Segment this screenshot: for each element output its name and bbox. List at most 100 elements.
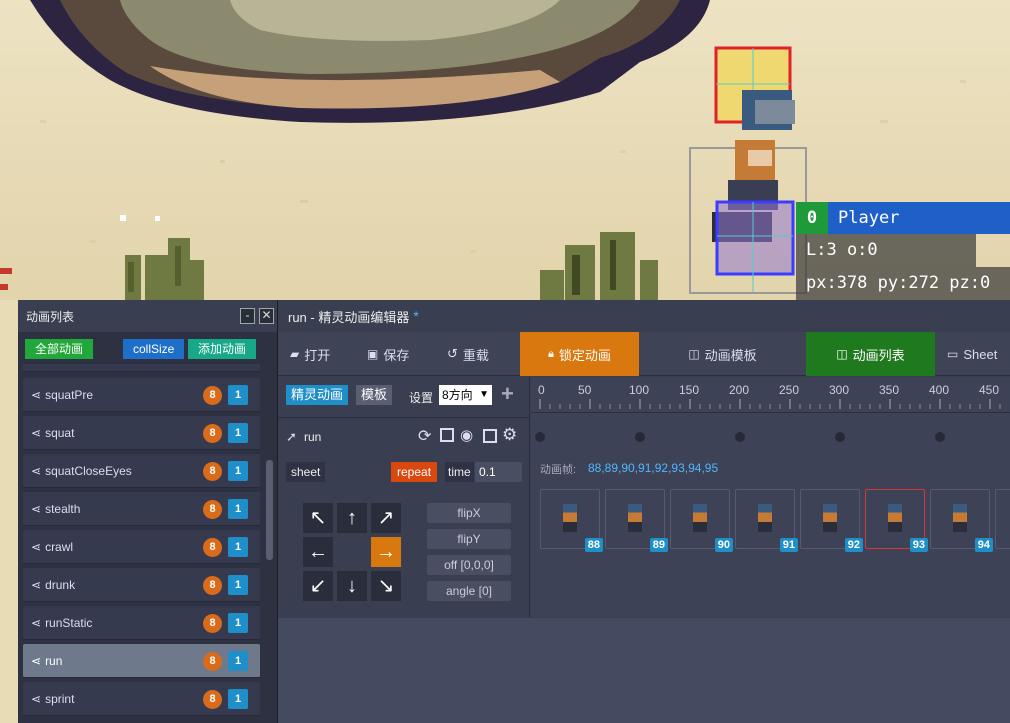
- list-item-label: squatCloseEyes: [45, 463, 132, 478]
- arrow-left-button[interactable]: ←: [303, 537, 333, 567]
- add-icon[interactable]: +: [501, 381, 514, 407]
- list-item[interactable]: ⋖ squatPre 8 1: [23, 378, 260, 412]
- list-item-label: sprint: [45, 691, 75, 706]
- list-item-selected[interactable]: ⋖ run 8 1: [23, 644, 260, 678]
- all-animations-button[interactable]: 全部动画: [25, 339, 94, 359]
- player-layer-info: L:3 o:0: [796, 234, 976, 267]
- frame-count-badge: 8: [203, 386, 222, 405]
- tab-sprite-animation[interactable]: 精灵动画: [286, 385, 349, 405]
- folder-open-icon: ▰: [290, 347, 300, 361]
- reload-button[interactable]: ↺ 重载: [435, 332, 520, 376]
- list-item[interactable]: ⋖ squatCloseEyes 8 1: [23, 454, 260, 488]
- save-button[interactable]: ▣ 保存: [355, 332, 435, 376]
- list-item-label: drunk: [45, 577, 76, 592]
- frame-thumb[interactable]: 89: [605, 489, 668, 552]
- refresh-icon[interactable]: ⟳: [418, 426, 431, 446]
- list-item[interactable]: ⋖ crawl 8 1: [23, 530, 260, 564]
- list-scrollbar[interactable]: [266, 460, 273, 560]
- frames-strip: 88 89 90 91 92 93 94: [540, 300, 1010, 560]
- open-button[interactable]: ▰ 打开: [278, 332, 355, 376]
- offset-button[interactable]: off [0,0,0]: [427, 555, 511, 575]
- close-button[interactable]: ✕: [259, 308, 274, 324]
- time-input[interactable]: 0.1: [475, 462, 522, 482]
- animation-name: run: [304, 430, 322, 444]
- image-icon[interactable]: [440, 428, 454, 442]
- frame-thumb[interactable]: 94: [930, 489, 993, 552]
- list-item[interactable]: ⋖ stealth 8 1: [23, 492, 260, 526]
- arrow-down-right-button[interactable]: ↘: [371, 571, 401, 601]
- list-item[interactable]: ⋖ squat 8 1: [23, 416, 260, 450]
- list-item[interactable]: ⋖ drunk 8 1: [23, 568, 260, 602]
- frame-number: 94: [974, 538, 993, 552]
- history-icon: ↺: [447, 346, 458, 361]
- frame-number: 93: [909, 538, 928, 552]
- direction-count-badge: 1: [228, 575, 248, 595]
- share-icon: ⋖: [31, 425, 42, 440]
- player-name: Player: [828, 202, 1010, 234]
- frame-number: 90: [714, 538, 733, 552]
- frame-number: 89: [649, 538, 668, 552]
- arrow-up-button[interactable]: ↑: [337, 503, 367, 533]
- list-item[interactable]: ⋖ sprint 8 1: [23, 682, 260, 716]
- arrow-up-right-button[interactable]: ↗: [371, 503, 401, 533]
- frame-count-badge: 8: [203, 462, 222, 481]
- share-icon: ⋖: [31, 653, 42, 668]
- arrow-down-left-button[interactable]: ↙: [303, 571, 333, 601]
- direction-count-badge: 1: [228, 423, 248, 443]
- modified-indicator: *: [413, 308, 419, 324]
- frame-count-badge: 8: [203, 424, 222, 443]
- share-icon: ⋖: [31, 615, 42, 630]
- arrow-down-button[interactable]: ↓: [337, 571, 367, 601]
- direction-count-badge: 1: [228, 651, 248, 671]
- frame-thumb[interactable]: 88: [540, 489, 603, 552]
- share-icon: ⋖: [31, 463, 42, 478]
- flipy-button[interactable]: flipY: [427, 529, 511, 549]
- tab-template[interactable]: 模板: [356, 385, 393, 405]
- flipx-button[interactable]: flipX: [427, 503, 511, 523]
- list-item[interactable]: ⋖ runStatic 8 1: [23, 606, 260, 640]
- frame-thumb[interactable]: 91: [735, 489, 798, 552]
- sprite-thumb-icon: [953, 504, 967, 532]
- list-item-label: run: [45, 653, 63, 668]
- share-icon: ⋖: [31, 691, 42, 706]
- frame-number: 88: [584, 538, 603, 552]
- direction-count-badge: 1: [228, 499, 248, 519]
- player-position-info: px:378 py:272 pz:0: [796, 267, 1010, 300]
- sprite-thumb-icon: [628, 504, 642, 532]
- collsize-button[interactable]: collSize: [123, 339, 185, 359]
- animation-list-actions: 全部动画 collSize 添加动画: [25, 339, 275, 359]
- direction-count-badge: 1: [228, 537, 248, 557]
- direction-count-badge: 1: [228, 689, 248, 709]
- list-item[interactable]: 8 1: [23, 364, 260, 372]
- repeat-button[interactable]: repeat: [391, 462, 438, 482]
- frame-count-badge: 8: [203, 538, 222, 557]
- frame-thumb[interactable]: [995, 489, 1010, 549]
- square-icon[interactable]: [483, 429, 497, 443]
- frame-thumb[interactable]: 90: [670, 489, 733, 552]
- animation-list-panel: 动画列表 - ✕ 全部动画 collSize 添加动画 8 1 ⋖ squatP…: [18, 300, 278, 723]
- arrow-right-button[interactable]: →: [371, 537, 401, 567]
- list-item-label: runStatic: [45, 615, 93, 630]
- gear-icon[interactable]: ⚙: [502, 425, 517, 445]
- frame-count-badge: 8: [203, 576, 222, 595]
- frame-thumb[interactable]: 92: [800, 489, 863, 552]
- add-animation-button[interactable]: 添加动画: [188, 339, 257, 359]
- rocket-icon: ➚: [286, 429, 297, 444]
- frame-count-badge: 8: [203, 652, 222, 671]
- list-item-label: stealth: [45, 501, 81, 516]
- frame-thumb-selected[interactable]: 93: [865, 489, 928, 552]
- sprite-thumb-icon: [888, 504, 902, 532]
- minimize-button[interactable]: -: [240, 308, 255, 324]
- share-icon: ⋖: [31, 501, 42, 516]
- eye-icon[interactable]: ◉: [460, 426, 473, 444]
- direction-select[interactable]: 8方向 ▼: [439, 385, 492, 405]
- arrow-up-left-button[interactable]: ↖: [303, 503, 333, 533]
- frame-number: 91: [779, 538, 798, 552]
- share-icon: ⋖: [31, 387, 42, 402]
- editor-title: run - 精灵动画编辑器: [288, 309, 410, 325]
- list-item-label: squat: [45, 425, 75, 440]
- angle-button[interactable]: angle [0]: [427, 581, 511, 601]
- sheet-label: sheet: [286, 462, 326, 482]
- share-icon: ⋖: [31, 577, 42, 592]
- dropdown-arrow-icon: ▼: [479, 389, 489, 400]
